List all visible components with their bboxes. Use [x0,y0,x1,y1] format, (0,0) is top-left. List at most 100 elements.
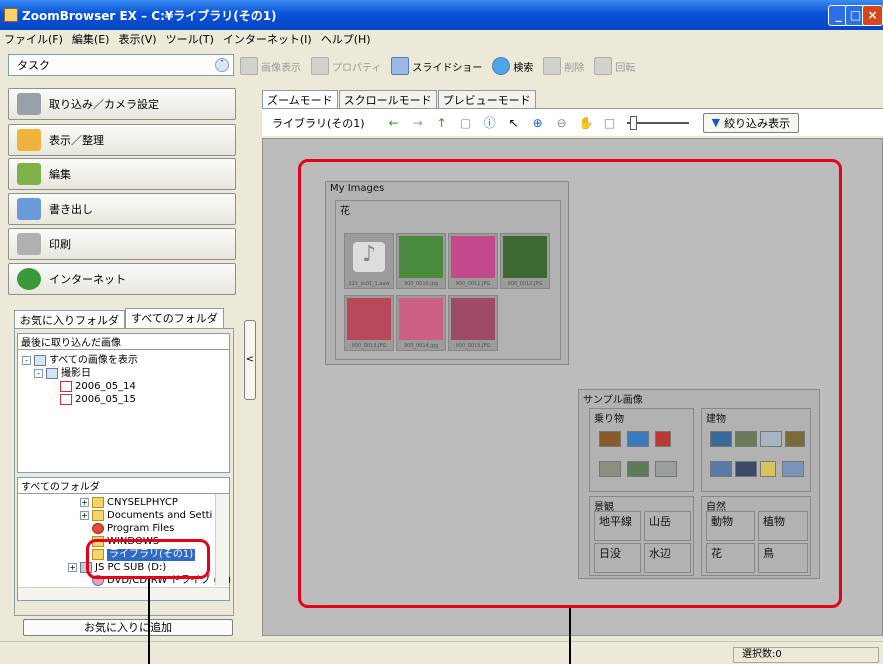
sunset-group[interactable]: 日没 [594,543,641,573]
waterside-group[interactable]: 水辺 [644,543,691,573]
menu-tools[interactable]: ツール(T) [166,31,214,47]
print-button[interactable]: 印刷 [8,228,236,260]
zoom-out-icon[interactable]: ⊖ [555,116,569,130]
building-thumb[interactable] [785,431,805,447]
internet-button[interactable]: インターネット [8,263,236,295]
building-thumb[interactable] [710,431,732,447]
folder-scrollbar[interactable] [215,494,229,586]
tree-item-date-2[interactable]: 2006_05_15 [22,393,138,406]
nature-group[interactable]: 自然 動物 植物 花 鳥 [701,496,811,576]
search-button[interactable]: 検索 [492,57,533,75]
zoom-slider-thumb[interactable] [629,115,637,130]
up-arrow-icon[interactable]: ↑ [435,116,449,130]
buildings-group[interactable]: 建物 [701,408,811,492]
tab-favorite-folders[interactable]: お気に入りフォルダ [14,310,125,328]
rotate-button[interactable]: 回転 [594,57,635,75]
building-thumb[interactable] [710,461,732,477]
tree-item-windows[interactable]: WINDOWS [80,535,231,548]
expand-icon[interactable]: + [80,511,89,520]
chevron-left-icon[interactable]: < [246,354,254,365]
forward-arrow-icon[interactable]: → [411,116,425,130]
vehicle-thumb[interactable] [627,461,649,477]
thumbnail[interactable]: 900_0012.JPG [500,233,550,289]
expand-icon[interactable]: + [68,563,77,572]
menu-help[interactable]: ヘルプ(H) [321,31,371,47]
building-thumb[interactable] [735,461,757,477]
menu-edit[interactable]: 編集(E) [72,31,110,47]
zoom-in-icon[interactable]: ⊕ [531,116,545,130]
animals-group[interactable]: 動物 [706,511,755,541]
building-thumb[interactable] [760,461,776,477]
view-organize-button[interactable]: 表示／整理 [8,124,236,156]
tree-label-all-images: すべての画像を表示 [49,354,138,366]
tab-scroll-mode[interactable]: スクロールモード [338,90,437,108]
zoom-slider[interactable] [626,115,689,130]
tree-item-shot-date[interactable]: - 撮影日 [22,367,138,380]
properties-button[interactable]: プロパティ [311,57,381,75]
thumbnail[interactable]: 900_0013.JPG [344,295,394,351]
import-camera-settings-button[interactable]: 取り込み／カメラ設定 [8,88,236,120]
tree-item-cnyselphycp[interactable]: + CNYSELPHYCP [80,496,231,509]
back-arrow-icon[interactable]: ← [387,116,401,130]
tree-item-library[interactable]: ライブラリ(その1) [80,548,231,561]
menu-internet[interactable]: インターネット(I) [223,31,312,47]
menu-file[interactable]: ファイル(F) [4,31,63,47]
building-thumb[interactable] [760,431,782,447]
sample-images-group[interactable]: サンプル画像 乗り物 建物 景観 地平線 山岳 日没 水辺 自然 動物 植物 花… [578,389,820,579]
menu-view[interactable]: 表示(V) [118,31,156,47]
my-images-group[interactable]: My Images 花 ♪ 221_ss01_1.aaw 900_0010.jpg 9… [325,181,569,365]
tree-item-date-1[interactable]: 2006_05_14 [22,380,138,393]
folder-hscrollbar[interactable] [18,587,229,600]
printer-icon [17,233,41,255]
collapse-icon[interactable]: - [34,369,43,378]
mountain-group[interactable]: 山岳 [644,511,691,541]
tab-zoom-mode[interactable]: ズームモード [262,90,338,108]
expand-icon[interactable]: + [80,498,89,507]
tree-item-program-files[interactable]: Program Files [80,522,231,535]
birds-group[interactable]: 鳥 [758,543,808,573]
plants-group[interactable]: 植物 [758,511,808,541]
horizon-group[interactable]: 地平線 [594,511,641,541]
export-button[interactable]: 書き出し [8,193,236,225]
filter-display-button[interactable]: ▼ 絞り込み表示 [702,112,800,133]
close-button[interactable]: × [862,5,883,26]
panel-collapse-handle[interactable]: < [244,320,256,400]
info-icon[interactable]: ⓘ [483,116,497,130]
vehicle-thumb[interactable] [655,431,671,447]
tree-item-all-images[interactable]: - すべての画像を表示 [22,354,138,367]
chevron-up-icon[interactable]: ˆ [215,58,229,72]
pointer-icon[interactable]: ↖ [507,116,521,130]
fit-icon[interactable]: □ [603,116,617,130]
thumbnail[interactable]: 900_0015.JPG [448,295,498,351]
task-dropdown[interactable]: タスク ˆ [8,54,234,76]
tab-preview-mode[interactable]: プレビューモード [437,90,536,108]
photo-image [347,298,391,340]
image-view-button[interactable]: 画像表示 [240,57,301,75]
collapse-icon[interactable]: - [22,356,31,365]
vehicle-thumb[interactable] [599,461,621,477]
thumbnail[interactable]: 900_0011.JPG [448,233,498,289]
add-favorite-button[interactable]: お気に入りに追加 [23,619,233,636]
building-thumb[interactable] [735,431,757,447]
vehicles-group[interactable]: 乗り物 [589,408,694,492]
thumbnail[interactable]: 900_0014.jpg [396,295,446,351]
flowers-group[interactable]: 花 [706,543,755,573]
slideshow-button[interactable]: スライドショー [391,57,482,75]
thumbnail[interactable]: 900_0010.jpg [396,233,446,289]
tree-item-drive-e[interactable]: DVD/CD-RW ドライブ (E:) [80,574,231,587]
tree-item-drive-d[interactable]: + JS PC SUB (D:) [68,561,231,574]
thumbnail[interactable]: ♪ 221_ss01_1.aaw [344,233,394,289]
select-mode-icon[interactable]: ▢ [459,116,473,130]
delete-button[interactable]: 削除 [543,57,584,75]
vehicle-thumb[interactable] [627,431,649,447]
edit-button[interactable]: 編集 [8,158,236,190]
building-thumb[interactable] [782,461,804,477]
flower-folder-group[interactable]: 花 ♪ 221_ss01_1.aaw 900_0010.jpg 900_0011.JP… [335,200,561,360]
zoom-view-canvas[interactable]: My Images 花 ♪ 221_ss01_1.aaw 900_0010.jpg 9… [262,138,883,636]
tree-item-documents[interactable]: + Documents and Setti [80,509,231,522]
hand-icon[interactable]: ✋ [579,116,594,130]
vehicle-thumb[interactable] [655,461,677,477]
scenery-group[interactable]: 景観 地平線 山岳 日没 水辺 [589,496,694,576]
tab-all-folders[interactable]: すべてのフォルダ [125,308,224,328]
vehicle-thumb[interactable] [599,431,621,447]
